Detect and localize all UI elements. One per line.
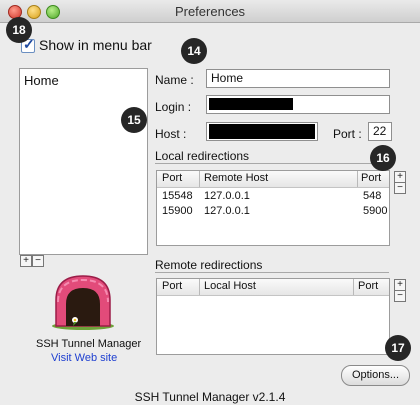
table-cell-remote-port[interactable]: 548 — [363, 190, 381, 202]
host-label: Host : — [155, 127, 187, 141]
column-header-port[interactable]: Port — [162, 280, 182, 292]
column-header-remote-host[interactable]: Remote Host — [204, 172, 268, 184]
remove-local-redirection-button[interactable]: − — [394, 182, 406, 194]
remove-remote-redirection-button[interactable]: − — [394, 290, 406, 302]
tunnel-list[interactable]: Home — [19, 68, 148, 255]
table-cell-host[interactable]: 127.0.0.1 — [204, 205, 250, 217]
tunnel-list-item[interactable]: Home — [24, 73, 59, 88]
version-footer: SSH Tunnel Manager v2.1.4 — [134, 390, 286, 404]
remove-tunnel-button[interactable]: − — [32, 255, 44, 267]
callout-badge: 14 — [181, 38, 207, 64]
visit-web-site-link[interactable]: Visit Web site — [51, 352, 117, 364]
show-in-menu-bar-label: Show in menu bar — [39, 37, 152, 53]
table-cell-port[interactable]: 15548 — [162, 190, 193, 202]
title-bar: Preferences — [0, 0, 420, 23]
redacted-host — [209, 124, 315, 139]
app-name: SSH Tunnel Manager — [36, 338, 142, 350]
column-header-port[interactable]: Port — [162, 172, 182, 184]
window-title: Preferences — [174, 4, 246, 19]
table-header: Port Remote Host Port — [157, 171, 389, 188]
column-separator — [199, 171, 200, 187]
callout-badge: 16 — [370, 145, 396, 171]
column-header-remote-port[interactable]: Port — [361, 172, 381, 184]
column-separator — [199, 279, 200, 295]
local-redirections-table[interactable]: Port Remote Host Port 15548 127.0.0.1 54… — [156, 170, 390, 246]
port-label: Port : — [333, 127, 362, 141]
add-tunnel-button[interactable]: + — [20, 255, 32, 267]
divider — [155, 163, 389, 164]
table-cell-port[interactable]: 15900 — [162, 205, 193, 217]
column-separator — [357, 171, 358, 187]
remote-redirections-title: Remote redirections — [155, 258, 263, 272]
remote-redirections-table[interactable]: Port Local Host Port — [156, 278, 390, 355]
host-field[interactable] — [206, 122, 318, 141]
login-label: Login : — [155, 100, 192, 114]
table-cell-host[interactable]: 127.0.0.1 — [204, 190, 250, 202]
column-separator — [353, 279, 354, 295]
table-cell-remote-port[interactable]: 5900 — [363, 205, 387, 217]
redacted-login — [209, 98, 293, 110]
callout-badge: 17 — [385, 335, 411, 361]
port-field[interactable]: 22 — [368, 122, 392, 141]
column-header-local-host[interactable]: Local Host — [204, 280, 256, 292]
callout-badge: 15 — [121, 107, 147, 133]
login-field[interactable] — [206, 95, 390, 114]
name-label: Name : — [155, 73, 194, 87]
callout-badge: 18 — [6, 17, 32, 43]
divider — [155, 272, 389, 273]
name-field[interactable]: Home — [206, 69, 390, 88]
local-redirections-title: Local redirections — [155, 149, 250, 163]
table-header: Port Local Host Port — [157, 279, 389, 296]
column-header-local-port[interactable]: Port — [358, 280, 378, 292]
tunnel-logo-icon — [52, 275, 114, 330]
options-button[interactable]: Options... — [341, 365, 410, 386]
